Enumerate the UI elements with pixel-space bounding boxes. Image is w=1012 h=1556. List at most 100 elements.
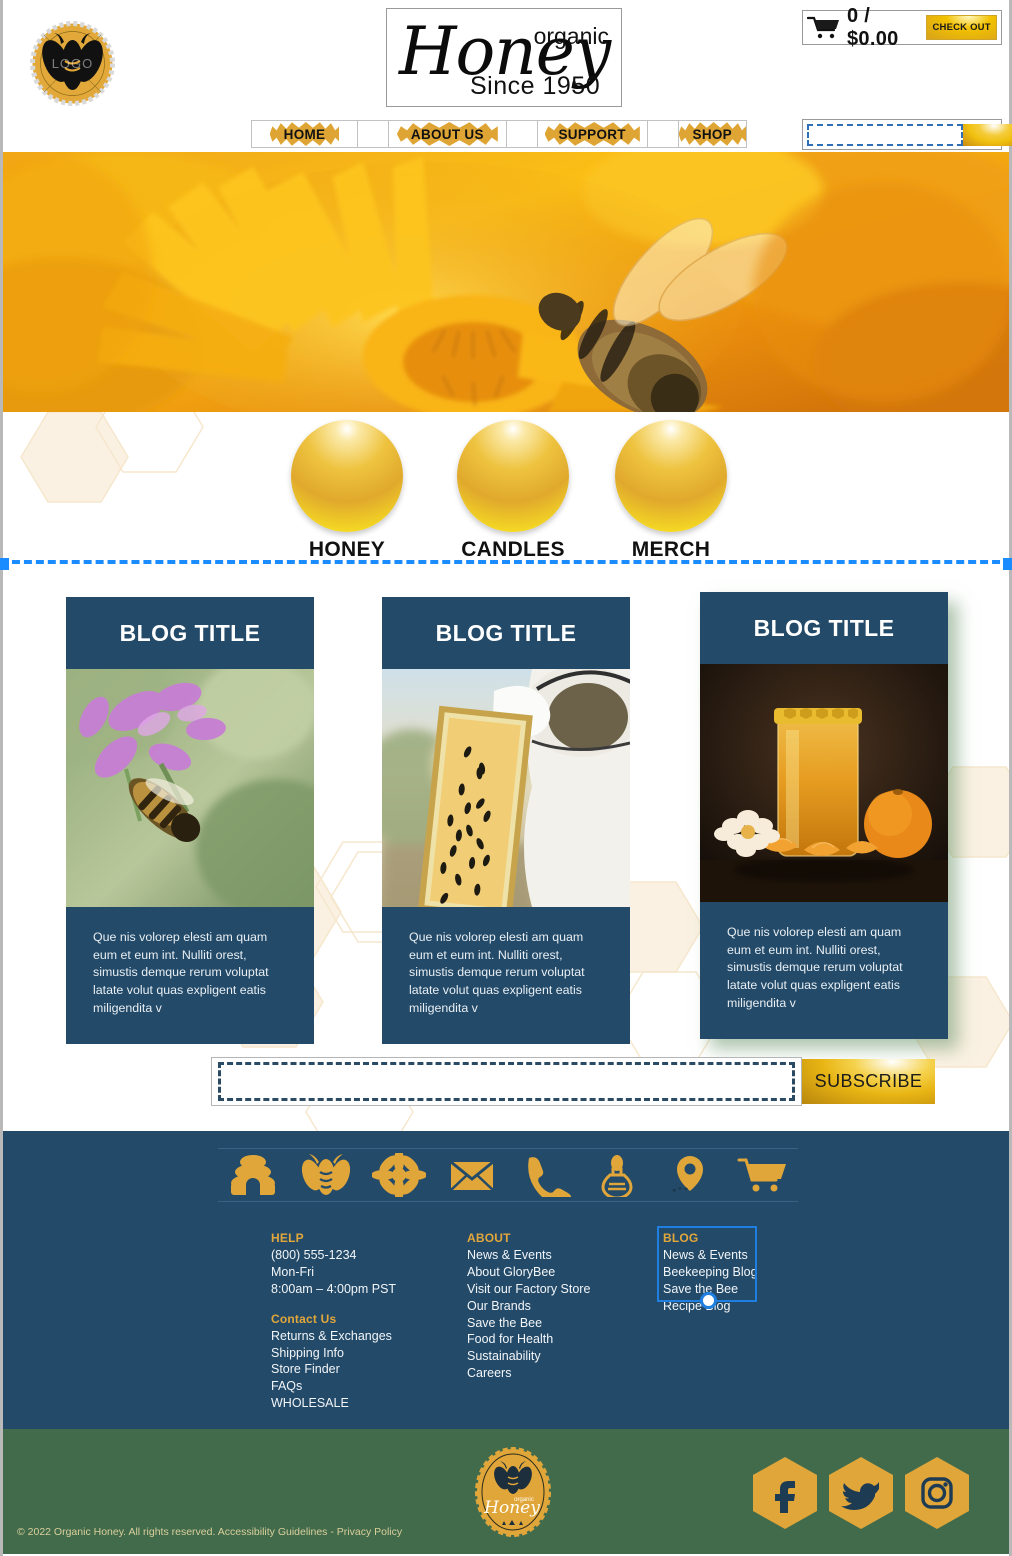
nav-cell-home[interactable]: HOME: [252, 121, 358, 147]
shopping-cart-icon: [807, 16, 839, 38]
content-section: HONEY CANDLES MERCH BLOG TITLE Que nis v…: [0, 381, 1012, 1158]
subscribe-button[interactable]: SUBSCRIBE: [802, 1059, 935, 1104]
search-widget: [802, 119, 1012, 150]
footer-link-recipe-blog[interactable]: Recipe Blog: [663, 1298, 759, 1315]
blog-card-3-image: [700, 664, 948, 902]
blog-card-row: BLOG TITLE Que nis volorep elesti am qua…: [3, 592, 1009, 1044]
footer-link-visit-factory-store[interactable]: Visit our Factory Store: [467, 1281, 663, 1298]
site-header: LOGO Honey organic Since 1950 0 / $0.00 …: [3, 0, 1012, 152]
category-label-honey: HONEY: [308, 538, 386, 561]
category-honey[interactable]: HONEY: [267, 420, 427, 562]
page-root: LOGO Honey organic Since 1950 0 / $0.00 …: [0, 0, 1012, 1556]
footer-link-blog-news-events[interactable]: News & Events: [663, 1247, 759, 1264]
category-circle-candles[interactable]: [457, 420, 569, 532]
footer-link-returns-exchanges[interactable]: Returns & Exchanges: [271, 1328, 467, 1345]
footer-link-wholesale[interactable]: WHOLESALE: [271, 1395, 467, 1412]
site-footer: HELP (800) 555-1234 Mon-Fri 8:00am – 4:0…: [3, 1131, 1009, 1429]
footer-heading-about: ABOUT: [467, 1231, 511, 1245]
footer-link-our-brands[interactable]: Our Brands: [467, 1298, 663, 1315]
honey-jar-icon[interactable]: [590, 1153, 644, 1197]
guide-cap-right: [1003, 558, 1012, 570]
subscribe-section: SUBSCRIBE: [3, 1029, 1009, 1106]
blog-card-1[interactable]: BLOG TITLE Que nis volorep elesti am qua…: [66, 597, 314, 1044]
footer-link-blog-save-the-bee[interactable]: Save the Bee: [663, 1281, 759, 1298]
honey-jar-with-oranges-image: [700, 664, 948, 902]
footer-badge-icon: organic Honey: [475, 1447, 551, 1537]
footer-link-shipping-info[interactable]: Shipping Info: [271, 1345, 467, 1362]
social-links: [753, 1457, 969, 1529]
phone-icon[interactable]: [517, 1153, 572, 1197]
category-merch[interactable]: MERCH: [591, 420, 751, 562]
beehive-icon[interactable]: [226, 1153, 280, 1197]
location-pin-icon[interactable]: [663, 1153, 717, 1197]
svg-text:LOGO: LOGO: [52, 56, 94, 71]
envelope-icon[interactable]: [445, 1153, 499, 1197]
blog-card-2[interactable]: BLOG TITLE Que nis volorep elesti am qua…: [382, 597, 630, 1044]
blog-card-2-title: BLOG TITLE: [435, 619, 577, 646]
footer-link-store-finder[interactable]: Store Finder: [271, 1361, 467, 1378]
blog-card-3-title: BLOG TITLE: [753, 614, 895, 641]
footer-shopping-cart-icon[interactable]: [736, 1153, 790, 1197]
brand-since-text: Since 1950: [470, 72, 601, 100]
nav-item-shop[interactable]: SHOP: [678, 122, 746, 146]
nav-item-about-us[interactable]: ABOUT US: [396, 122, 498, 146]
copyright-text: © 2022 Organic Honey. All rights reserve…: [17, 1526, 403, 1538]
category-row: HONEY CANDLES MERCH: [0, 412, 1012, 597]
cart-widget[interactable]: 0 / $0.00 CHECK OUT: [802, 5, 1002, 50]
category-circle-merch[interactable]: [615, 420, 727, 532]
blog-card-3[interactable]: BLOG TITLE Que nis volorep elesti am qua…: [700, 592, 948, 1039]
guide-cap-left: [0, 558, 9, 570]
hero-bee-on-flower-image: [3, 152, 1009, 412]
bee-icon[interactable]: [299, 1153, 353, 1197]
footer-icon-bar: [218, 1148, 798, 1202]
bee-on-lavender-image: [66, 669, 314, 907]
search-submit-button[interactable]: [963, 123, 1012, 146]
nav-cell-shop[interactable]: SHOP: [678, 121, 746, 147]
footer-heading-blog: BLOG: [663, 1231, 699, 1245]
subscribe-box: SUBSCRIBE: [210, 1057, 935, 1106]
nav-cell-support[interactable]: SUPPORT: [538, 121, 648, 147]
nav-item-home[interactable]: HOME: [269, 122, 340, 146]
instagram-icon: [921, 1477, 953, 1509]
nav-spacer-3: [648, 121, 679, 147]
social-twitter[interactable]: [829, 1457, 893, 1529]
footer-column-blog[interactable]: BLOG News & Events Beekeeping Blog Save …: [657, 1226, 759, 1412]
category-label-merch: MERCH: [631, 538, 711, 561]
brand-logo-plate[interactable]: Honey organic Since 1950: [386, 8, 622, 107]
facebook-icon: [775, 1481, 795, 1513]
subscribe-email-input[interactable]: [217, 1062, 795, 1101]
social-facebook[interactable]: [753, 1457, 817, 1529]
category-candles[interactable]: CANDLES: [433, 420, 593, 562]
footer-link-sustainability[interactable]: Sustainability: [467, 1348, 663, 1365]
footer-heading-help: HELP: [271, 1231, 304, 1245]
checkout-button[interactable]: CHECK OUT: [926, 15, 997, 40]
search-input[interactable]: [807, 123, 963, 146]
social-instagram[interactable]: [905, 1457, 969, 1529]
flower-icon[interactable]: [371, 1153, 426, 1197]
footer-link-news-events[interactable]: News & Events: [467, 1247, 663, 1264]
logo-bee-icon: LOGO: [30, 21, 115, 106]
footer-link-careers[interactable]: Careers: [467, 1365, 663, 1382]
brand-organic-text: organic: [533, 23, 609, 49]
footer-column-about: ABOUT News & Events About GloryBee Visit…: [467, 1231, 663, 1412]
footer-brand-badge[interactable]: organic Honey: [474, 1447, 552, 1537]
category-circle-honey[interactable]: [291, 420, 403, 532]
nav-spacer-2: [507, 121, 538, 147]
footer-link-save-the-bee[interactable]: Save the Bee: [467, 1315, 663, 1332]
blog-card-1-title: BLOG TITLE: [119, 619, 261, 646]
nav-cell-about-us[interactable]: ABOUT US: [389, 121, 507, 147]
footer-heading-contact-us: Contact Us: [271, 1311, 337, 1326]
twitter-icon: [841, 1482, 879, 1510]
footer-phone: (800) 555-1234: [271, 1248, 357, 1262]
footer-link-beekeeping-blog[interactable]: Beekeeping Blog: [663, 1264, 759, 1281]
footer-hours-time: 8:00am – 4:00pm PST: [271, 1281, 397, 1296]
blog-card-1-image: [66, 669, 314, 907]
category-label-candles: CANDLES: [461, 538, 565, 561]
beekeeper-with-frame-image: [382, 669, 630, 907]
footer-link-food-for-health[interactable]: Food for Health: [467, 1331, 663, 1348]
footer-link-faqs[interactable]: FAQs: [271, 1378, 467, 1395]
footer-hours-days: Mon-Fri: [271, 1264, 315, 1279]
footer-link-about-glorybee[interactable]: About GloryBee: [467, 1264, 663, 1281]
nav-item-support[interactable]: SUPPORT: [544, 122, 640, 146]
logo-badge[interactable]: LOGO: [30, 21, 115, 106]
